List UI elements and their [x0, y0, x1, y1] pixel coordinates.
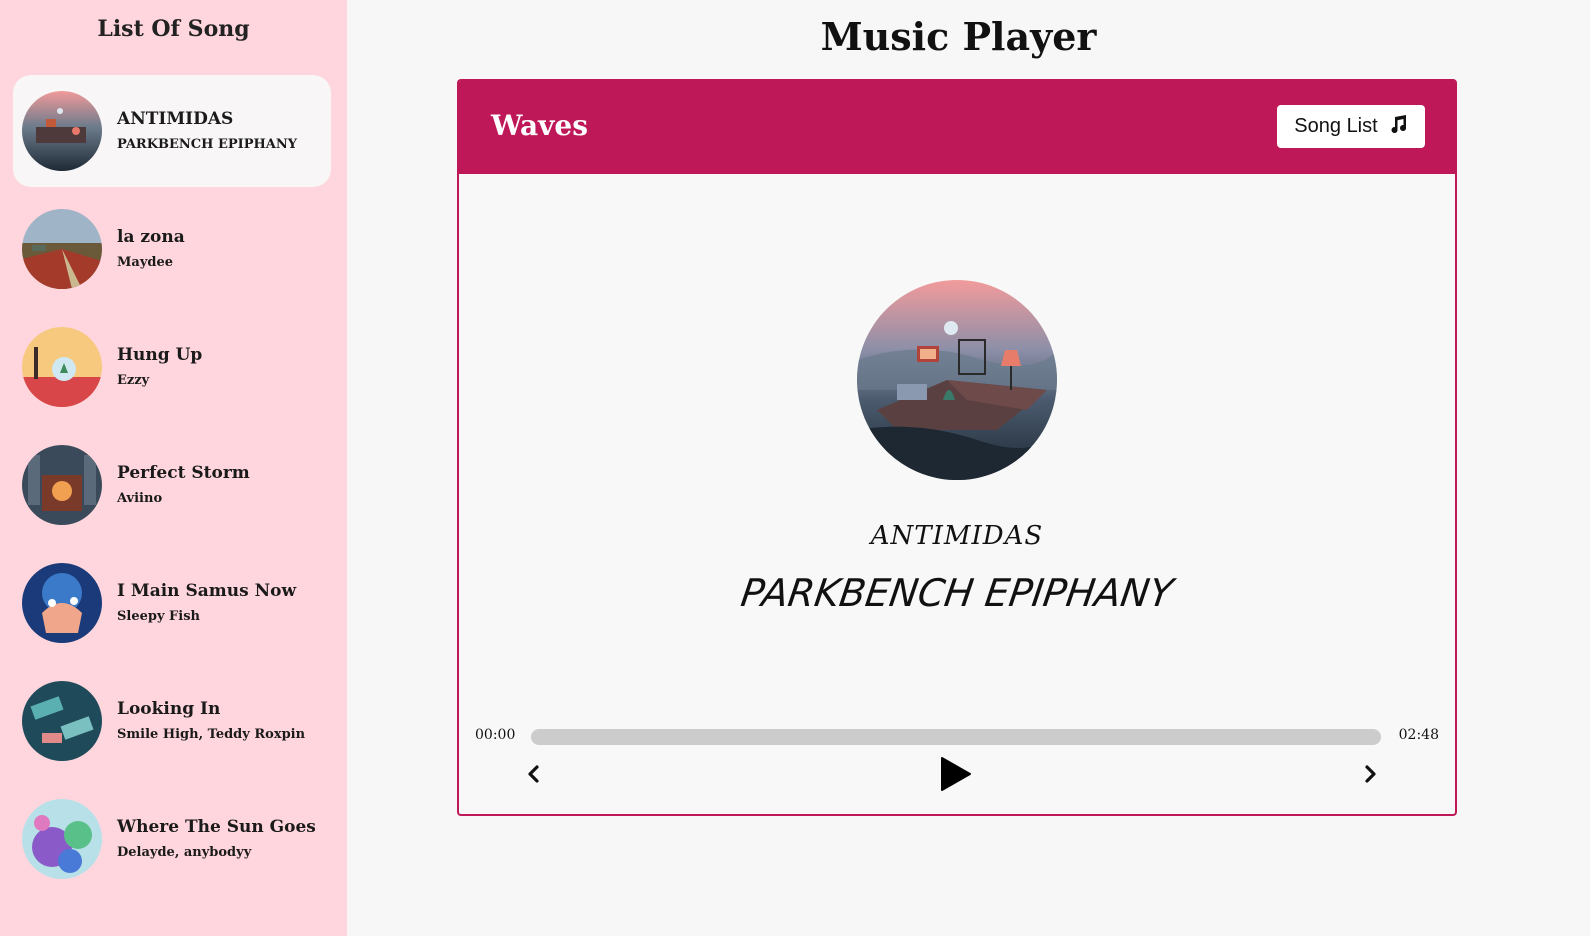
song-cover-thumbnail [22, 327, 102, 407]
song-list-item-looking-in[interactable]: Looking In Smile High, Teddy Roxpin [13, 665, 331, 777]
song-artist: Ezzy [117, 373, 150, 388]
music-player-card: Waves Song List ANTIMIDAS PARKBENCH EPIP… [457, 79, 1457, 816]
song-list-item-perfect-storm[interactable]: Perfect Storm Aviino [13, 429, 331, 541]
song-list-item-hung-up[interactable]: Hung Up Ezzy [13, 311, 331, 423]
song-artist: Smile High, Teddy Roxpin [117, 727, 306, 742]
page-title: Music Player [820, 14, 1097, 59]
song-list-button-label: Song List [1294, 115, 1378, 137]
song-cover-thumbnail [22, 799, 102, 879]
previous-track-button[interactable] [514, 756, 554, 796]
total-duration: 02:48 [1398, 727, 1439, 743]
now-playing-artist: PARKBENCH EPIPHANY [738, 571, 1176, 615]
album-cover-art [857, 280, 1057, 480]
music-note-icon [1388, 114, 1408, 140]
song-cover-thumbnail [22, 91, 102, 171]
song-list-item-where-the-sun-goes[interactable]: Where The Sun Goes Delayde, anybodyy [13, 783, 331, 895]
player-header: Waves Song List [459, 81, 1455, 174]
chevron-right-icon [1360, 764, 1380, 788]
sidebar-title: List Of Song [97, 16, 250, 42]
song-title: ANTIMIDAS [117, 109, 234, 129]
song-artist: Maydee [117, 255, 173, 270]
play-button[interactable] [934, 754, 978, 798]
current-time: 00:00 [475, 727, 516, 743]
now-playing-title: ANTIMIDAS [870, 521, 1044, 551]
song-title: la zona [117, 227, 185, 247]
song-list-item-antimidas[interactable]: ANTIMIDAS PARKBENCH EPIPHANY [13, 75, 331, 187]
next-track-button[interactable] [1350, 756, 1390, 796]
song-cover-thumbnail [22, 563, 102, 643]
song-title: I Main Samus Now [117, 581, 297, 601]
song-cover-thumbnail [22, 445, 102, 525]
song-list-sidebar: List Of Song ANTIMIDAS PARKBENCH EPIPHAN… [0, 0, 347, 936]
song-list-button[interactable]: Song List [1277, 105, 1425, 148]
song-artist: Delayde, anybodyy [117, 845, 252, 860]
song-title: Looking In [117, 699, 221, 719]
progress-slider[interactable] [531, 729, 1381, 745]
song-artist: Aviino [117, 491, 163, 506]
chevron-left-icon [524, 764, 544, 788]
player-brand: Waves [491, 109, 589, 142]
song-cover-thumbnail [22, 681, 102, 761]
song-list-item-i-main-samus-now[interactable]: I Main Samus Now Sleepy Fish [13, 547, 331, 659]
song-artist: PARKBENCH EPIPHANY [117, 137, 298, 152]
song-list-item-la-zona[interactable]: la zona Maydee [13, 193, 331, 305]
song-title: Hung Up [117, 345, 203, 365]
song-title: Where The Sun Goes [117, 817, 316, 837]
play-icon [939, 756, 973, 796]
song-artist: Sleepy Fish [117, 609, 200, 624]
song-title: Perfect Storm [117, 463, 250, 483]
song-cover-thumbnail [22, 209, 102, 289]
